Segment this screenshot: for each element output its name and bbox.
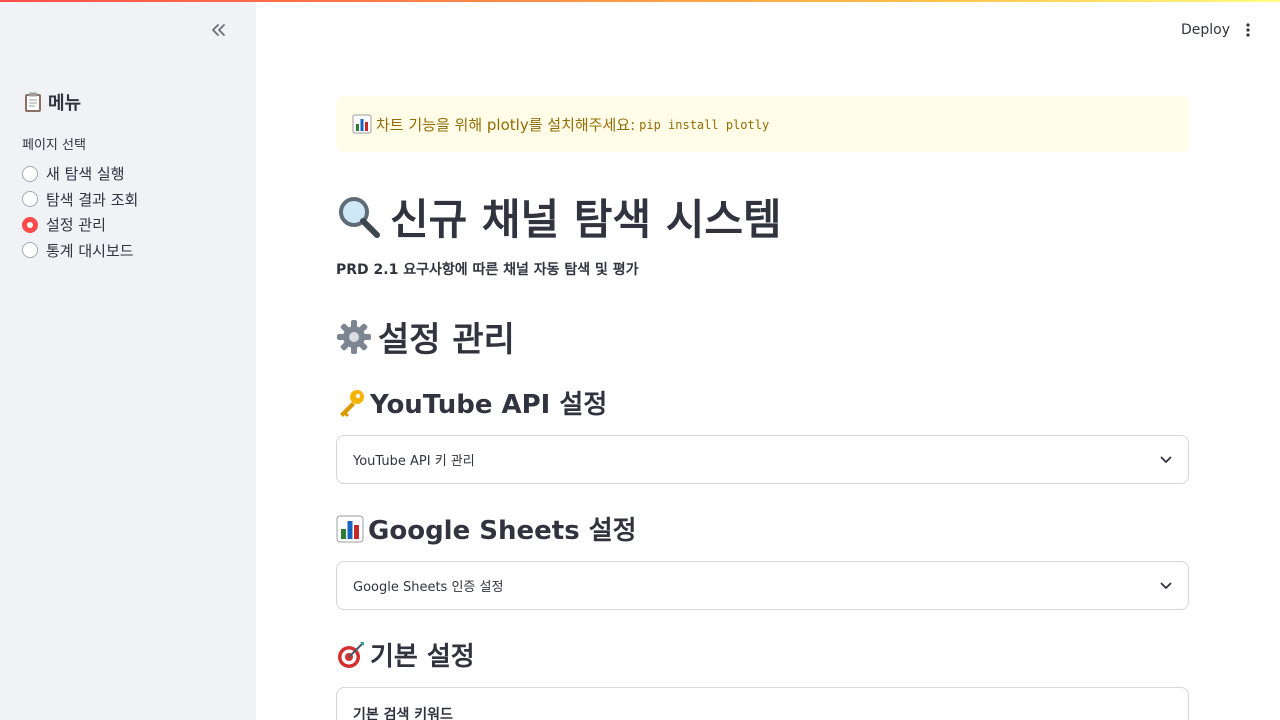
bar-chart-icon (336, 515, 364, 542)
collapse-sidebar-button[interactable] (204, 18, 232, 42)
key-icon (340, 389, 364, 417)
radio-option-settings[interactable]: 설정 관리 (22, 212, 138, 238)
chevron-down-icon (1160, 456, 1172, 463)
target-dart-icon (338, 641, 364, 668)
page-title-text: 신규 채널 탐색 시스템 (390, 195, 782, 244)
radio-option-search-results[interactable]: 탐색 결과 조회 (22, 187, 138, 213)
radio-button[interactable] (22, 165, 38, 182)
clipboard-icon (25, 92, 41, 112)
top-decoration-bar (0, 0, 1280, 2)
google-sheets-expander[interactable]: Google Sheets 인증 설정 (336, 561, 1189, 610)
radio-option-label: 새 탐색 실행 (46, 165, 125, 184)
alert-text: 차트 기능을 위해 plotly를 설치해주세요: (376, 115, 636, 134)
expander-label: YouTube API 키 관리 (353, 454, 475, 469)
deploy-button[interactable]: Deploy (1172, 18, 1239, 42)
basic-settings-heading-text: 기본 설정 (370, 642, 475, 672)
gear-icon (337, 319, 371, 354)
page-title: 신규 채널 탐색 시스템 (336, 186, 782, 247)
sidebar-title-text: 메뉴 (48, 93, 82, 114)
magnifier-icon (339, 196, 380, 238)
sidebar-title: 메뉴 (22, 89, 81, 115)
youtube-api-heading: YouTube API 설정 (336, 384, 607, 421)
google-sheets-heading: Google Sheets 설정 (336, 510, 637, 547)
radio-button[interactable] (22, 191, 38, 208)
radio-option-new-search[interactable]: 새 탐색 실행 (22, 161, 138, 187)
page-subtitle: PRD 2.1 요구사항에 따른 채널 자동 탐색 및 평가 (336, 262, 639, 278)
radio-option-label: 설정 관리 (46, 216, 106, 235)
basic-settings-heading: 기본 설정 (336, 636, 475, 673)
more-vertical-icon (1246, 23, 1250, 37)
page-radio-group: 새 탐색 실행 탐색 결과 조회 설정 관리 통계 대시보드 (22, 161, 138, 263)
radio-option-label: 통계 대시보드 (46, 241, 134, 260)
youtube-api-heading-text: YouTube API 설정 (370, 390, 608, 420)
youtube-api-expander[interactable]: YouTube API 키 관리 (336, 435, 1189, 484)
bar-chart-icon (352, 114, 372, 134)
page-select-label: 페이지 선택 (22, 138, 86, 153)
radio-button-selected[interactable] (22, 216, 38, 233)
radio-option-label: 탐색 결과 조회 (46, 190, 139, 209)
alert-code: pip install plotly (639, 118, 770, 132)
radio-button[interactable] (22, 242, 38, 259)
radio-option-stats-dashboard[interactable]: 통계 대시보드 (22, 238, 138, 264)
sidebar: 메뉴 페이지 선택 새 탐색 실행 탐색 결과 조회 설정 관리 통계 대시보드 (0, 0, 256, 720)
settings-heading: 설정 관리 (336, 312, 515, 361)
default-keyword-card: 기본 검색 키워드 (336, 687, 1189, 720)
default-keyword-label: 기본 검색 키워드 (353, 707, 453, 720)
warning-alert: 차트 기능을 위해 plotly를 설치해주세요: pip install pl… (336, 96, 1189, 152)
chevron-down-icon (1160, 582, 1172, 589)
expander-label: Google Sheets 인증 설정 (353, 580, 504, 595)
double-chevron-left-icon (212, 24, 225, 36)
settings-heading-text: 설정 관리 (378, 320, 515, 360)
google-sheets-heading-text: Google Sheets 설정 (368, 516, 637, 546)
main-menu-button[interactable] (1236, 18, 1260, 42)
